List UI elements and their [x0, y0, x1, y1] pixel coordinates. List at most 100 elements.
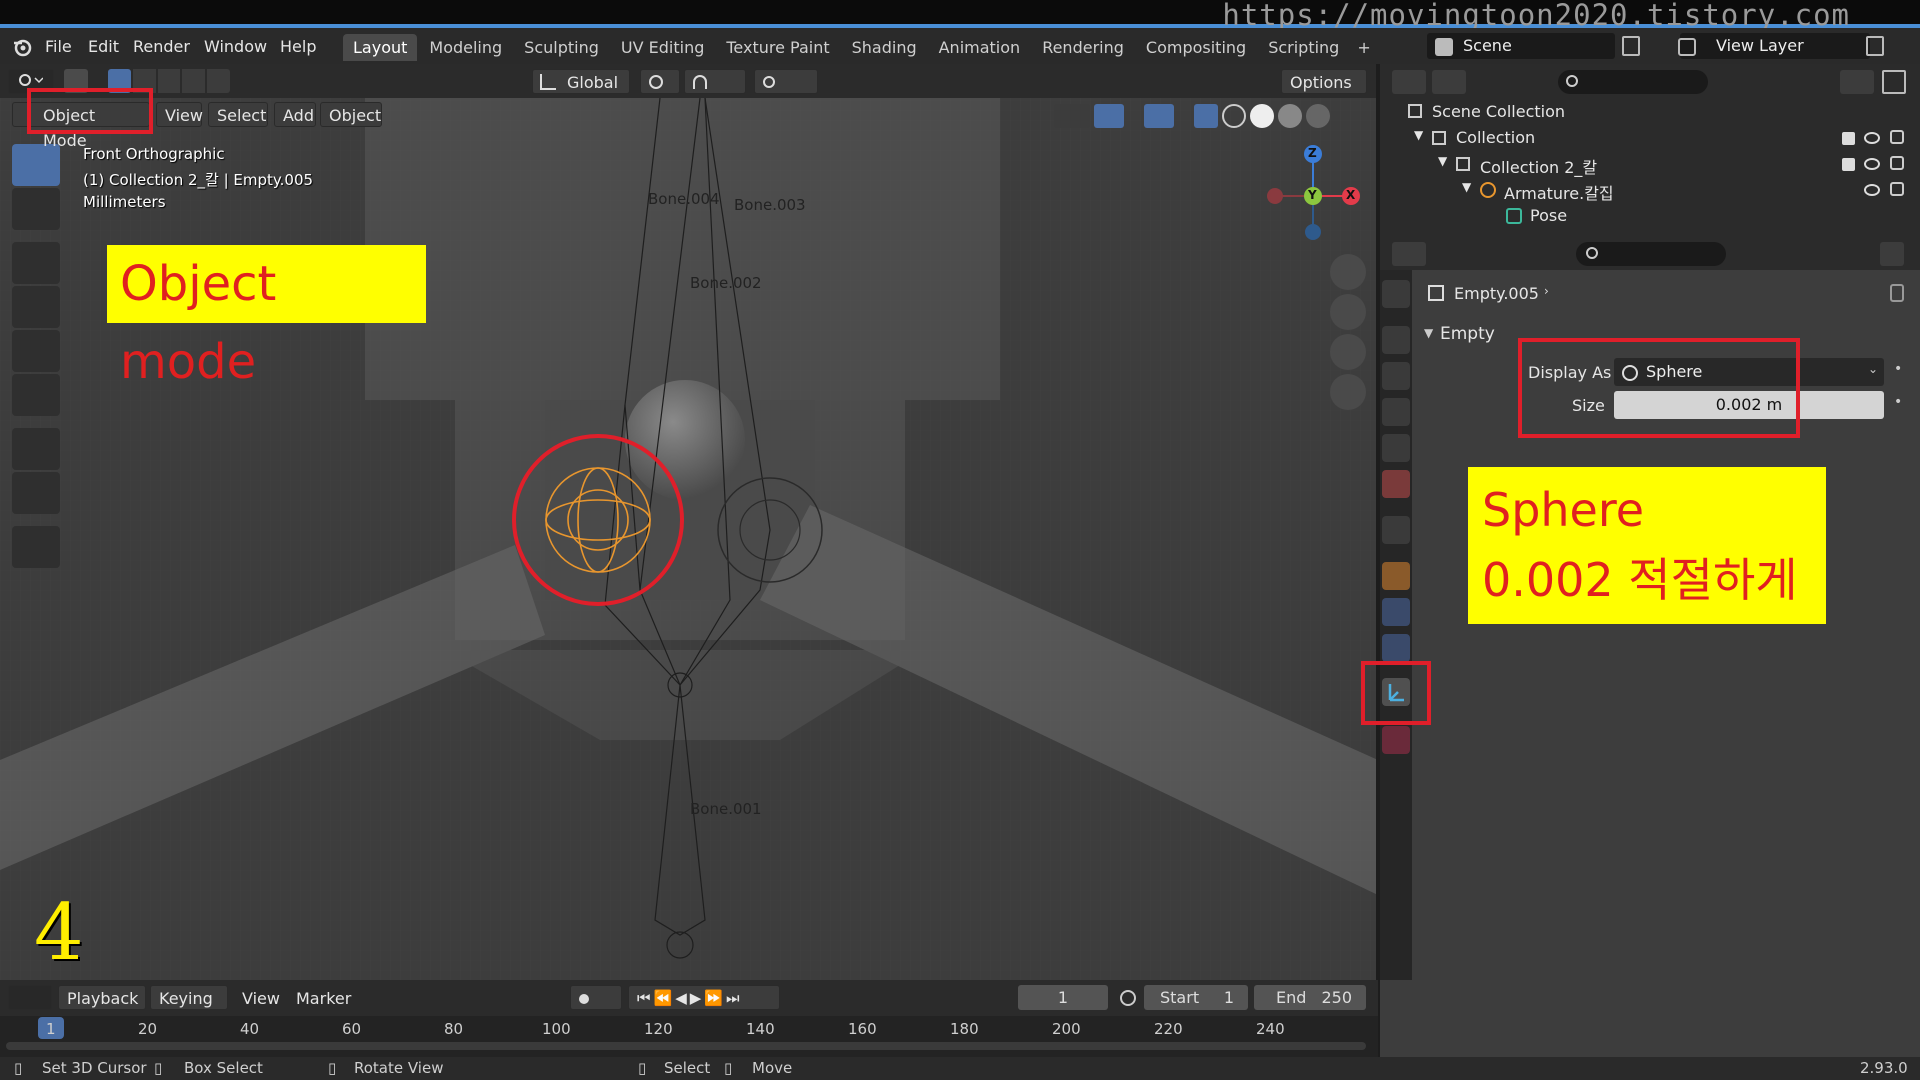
constraints-tab-icon[interactable] — [1382, 634, 1410, 662]
timeline-view-menu[interactable]: View — [242, 989, 280, 1008]
select-menu[interactable]: Select — [208, 102, 268, 127]
display-mode-icon[interactable] — [1432, 70, 1466, 94]
add-cube-tool-icon[interactable] — [12, 526, 60, 568]
material-shading-icon[interactable] — [1278, 104, 1302, 128]
world-tab-icon[interactable] — [1382, 470, 1410, 498]
timeline-marker-menu[interactable]: Marker — [296, 989, 351, 1008]
collection2-visibility-icon[interactable] — [1864, 158, 1880, 170]
add-workspace-button[interactable]: + — [1351, 34, 1376, 61]
texture-tab-icon[interactable] — [1382, 726, 1410, 754]
select-subtract-icon[interactable] — [157, 69, 181, 93]
rendered-shading-icon[interactable] — [1306, 104, 1330, 128]
outliner-collection[interactable]: Collection — [1456, 128, 1535, 147]
select-intersect-icon[interactable] — [207, 69, 230, 93]
pan-view-icon[interactable] — [1330, 294, 1366, 330]
cursor-tool-icon[interactable] — [12, 188, 60, 230]
jump-end-icon[interactable]: ⏭ — [726, 989, 743, 1007]
tab-texture-paint[interactable]: Texture Paint — [716, 34, 839, 61]
render-tab-icon[interactable] — [1382, 326, 1410, 354]
annotate-tool-icon[interactable] — [12, 428, 60, 470]
zoom-view-icon[interactable] — [1330, 254, 1366, 290]
play-icon[interactable]: ▶ — [690, 989, 705, 1007]
collection2-render-icon[interactable] — [1890, 156, 1904, 170]
tab-sculpting[interactable]: Sculpting — [514, 34, 609, 61]
auto-keying-button[interactable] — [570, 985, 622, 1010]
tab-layout[interactable]: Layout — [343, 34, 418, 61]
camera-view-icon[interactable] — [1330, 334, 1366, 370]
size-keyframe-icon[interactable]: • — [1894, 394, 1902, 410]
overlay-toggle-icon[interactable] — [1144, 104, 1174, 128]
copy-view-layer-icon[interactable] — [1866, 36, 1884, 56]
current-frame-field[interactable]: 1 — [1018, 985, 1108, 1010]
filter-icon[interactable] — [1840, 70, 1874, 94]
expand-armature-icon[interactable]: ▼ — [1462, 180, 1471, 194]
tab-animation[interactable]: Animation — [929, 34, 1031, 61]
snap-button[interactable] — [684, 69, 746, 94]
move-tool-icon[interactable] — [12, 242, 60, 284]
properties-search-input[interactable] — [1576, 242, 1726, 266]
playback-menu[interactable]: Playback — [58, 985, 146, 1010]
3d-viewport[interactable]: Bone.004 Bone.003 Bone.002 Bone.001 Z Y … — [0, 98, 1378, 980]
view-layer-tab-icon[interactable] — [1382, 398, 1410, 426]
collection-visibility-icon[interactable] — [1864, 132, 1880, 144]
output-tab-icon[interactable] — [1382, 362, 1410, 390]
menu-edit[interactable]: Edit — [88, 37, 119, 56]
measure-tool-icon[interactable] — [12, 472, 60, 514]
options-button[interactable]: Options — [1281, 69, 1367, 94]
end-frame-field[interactable]: End 250 — [1254, 985, 1366, 1010]
menu-window[interactable]: Window — [204, 37, 267, 56]
tab-compositing[interactable]: Compositing — [1136, 34, 1256, 61]
physics-tab-icon[interactable] — [1382, 598, 1410, 626]
outliner-pose[interactable]: Pose — [1530, 206, 1567, 225]
outliner-armature[interactable]: Armature.칼집 — [1504, 180, 1614, 204]
collection-render-icon[interactable] — [1890, 130, 1904, 144]
pin-icon[interactable] — [1890, 284, 1904, 302]
blender-logo-icon[interactable] — [12, 37, 32, 57]
tool-tab-icon[interactable] — [1382, 280, 1410, 308]
menu-render[interactable]: Render — [133, 37, 190, 56]
tab-scripting[interactable]: Scripting — [1258, 34, 1349, 61]
play-reverse-icon[interactable]: ◀ — [675, 989, 690, 1007]
panel-collapse-icon[interactable]: ▼ — [1424, 326, 1433, 340]
start-frame-field[interactable]: Start 1 — [1144, 985, 1248, 1010]
tab-rendering[interactable]: Rendering — [1032, 34, 1134, 61]
view-menu[interactable]: View — [156, 102, 203, 127]
scene-selector[interactable]: Scene — [1427, 33, 1615, 59]
menu-file[interactable]: File — [45, 37, 72, 56]
visibility-icon[interactable] — [1054, 104, 1090, 128]
object-menu[interactable]: Object — [320, 102, 382, 127]
add-menu[interactable]: Add — [274, 102, 316, 127]
new-collection-icon[interactable] — [1882, 70, 1906, 94]
scene-tab-icon[interactable] — [1382, 434, 1410, 462]
tab-modeling[interactable]: Modeling — [419, 34, 512, 61]
select-invert-icon[interactable] — [182, 69, 206, 93]
collection-tab-icon[interactable] — [1382, 516, 1410, 544]
prev-keyframe-icon[interactable]: ⏪ — [654, 989, 676, 1007]
keying-menu[interactable]: Keying — [150, 985, 228, 1010]
wireframe-shading-icon[interactable] — [1222, 104, 1246, 128]
properties-editor-icon[interactable] — [1392, 242, 1426, 266]
timeline-editor-type-icon[interactable] — [8, 985, 52, 1010]
gizmo-toggle-icon[interactable] — [1094, 104, 1124, 128]
ortho-toggle-icon[interactable] — [1330, 374, 1366, 410]
timeline-scrollbar[interactable] — [6, 1042, 1366, 1050]
transform-tool-icon[interactable] — [12, 374, 60, 416]
next-keyframe-icon[interactable]: ⏩ — [704, 989, 726, 1007]
properties-options-icon[interactable] — [1880, 242, 1904, 266]
solid-shading-icon[interactable] — [1250, 104, 1274, 128]
copy-scene-icon[interactable] — [1622, 36, 1640, 56]
outliner-scene-collection[interactable]: Scene Collection — [1432, 102, 1565, 121]
stopwatch-icon[interactable] — [1120, 990, 1136, 1006]
outliner-search-input[interactable] — [1558, 70, 1708, 94]
object-tab-icon[interactable] — [1382, 562, 1410, 590]
tab-uv-editing[interactable]: UV Editing — [611, 34, 714, 61]
jump-start-icon[interactable]: ⏮ — [637, 989, 654, 1007]
expand-collection2-icon[interactable]: ▼ — [1438, 154, 1447, 168]
playback-controls[interactable]: ⏮⏪◀▶⏩⏭ — [628, 985, 780, 1010]
collection-checkbox[interactable] — [1842, 132, 1855, 145]
tab-shading[interactable]: Shading — [842, 34, 927, 61]
display-as-keyframe-icon[interactable]: • — [1894, 361, 1902, 377]
view-layer-selector[interactable]: View Layer — [1680, 33, 1870, 59]
expand-collection-icon[interactable]: ▼ — [1414, 128, 1423, 142]
armature-visibility-icon[interactable] — [1864, 184, 1880, 196]
